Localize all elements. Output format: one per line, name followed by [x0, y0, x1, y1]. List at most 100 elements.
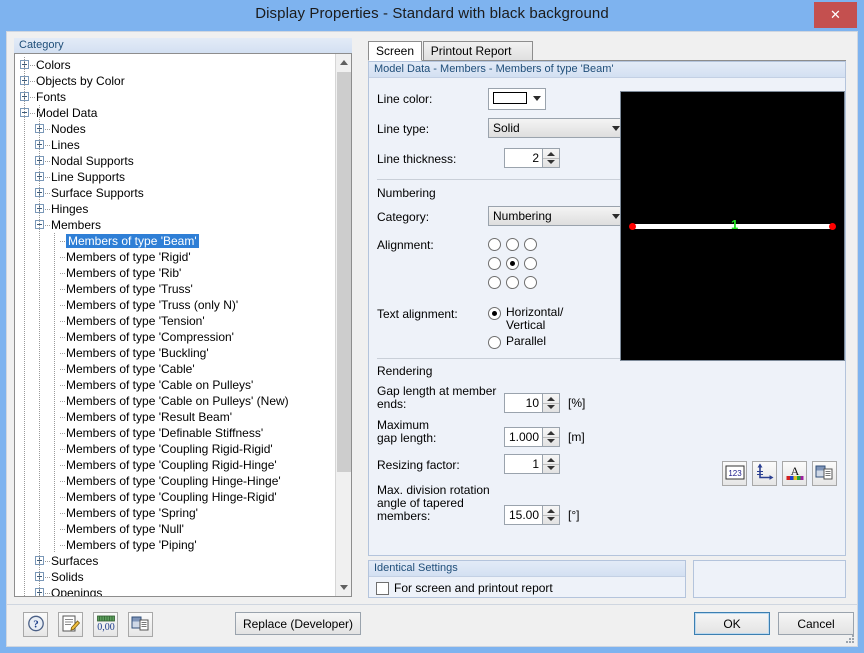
scrollbar-thumb[interactable] — [337, 72, 351, 472]
tree-item[interactable]: Members of type 'Coupling Rigid-Rigid' — [15, 441, 335, 457]
tree-item[interactable]: Members of type 'Coupling Hinge-Hinge' — [15, 473, 335, 489]
spinner-down-icon — [547, 517, 555, 521]
tree-item[interactable]: Members of type 'Definable Stiffness' — [15, 425, 335, 441]
scroll-up-button[interactable] — [336, 54, 351, 71]
identical-settings-spacer — [693, 560, 846, 598]
tree-item[interactable]: Openings — [15, 585, 335, 597]
tree-item[interactable]: Members of type 'Spring' — [15, 505, 335, 521]
tree-connector — [60, 433, 65, 434]
tree-item[interactable]: Line Supports — [15, 169, 335, 185]
tree-item[interactable]: Colors — [15, 57, 335, 73]
line-type-combo[interactable]: Solid — [488, 118, 626, 138]
tree-connector — [30, 65, 35, 66]
alignment-radio-7[interactable] — [506, 276, 519, 289]
spinner-divider — [543, 403, 559, 404]
tree-item[interactable]: Members of type 'Truss' — [15, 281, 335, 297]
line-thickness-value: 2 — [532, 151, 539, 165]
display-properties-button[interactable] — [812, 461, 837, 486]
tree-item-label: Members of type 'Coupling Rigid-Hinge' — [66, 458, 277, 472]
category-header: Category — [14, 38, 352, 54]
axis-icon — [756, 463, 774, 484]
tree-item[interactable]: Solids — [15, 569, 335, 585]
tree-item[interactable]: Members of type 'Truss (only N)' — [15, 297, 335, 313]
tree-item-label: Members of type 'Coupling Hinge-Rigid' — [66, 490, 277, 504]
tree-item[interactable]: Surface Supports — [15, 185, 335, 201]
max-gap-spinner[interactable]: 1.000 — [504, 427, 560, 447]
tree-item[interactable]: Members of type 'Buckling' — [15, 345, 335, 361]
text-alignment-radio-parallel[interactable] — [488, 336, 501, 349]
alignment-radio-5[interactable] — [524, 257, 537, 270]
numbering-button[interactable]: 123 — [722, 461, 747, 486]
scroll-down-button[interactable] — [336, 579, 351, 596]
alignment-radio-1[interactable] — [506, 238, 519, 251]
tree-item[interactable]: Hinges — [15, 201, 335, 217]
spinner-buttons[interactable] — [542, 455, 559, 473]
tree-connector — [45, 593, 50, 594]
copy-button[interactable] — [128, 612, 153, 637]
spinner-down-icon — [547, 439, 555, 443]
rendering-section-title: Rendering — [377, 364, 433, 378]
gap-length-spinner[interactable]: 10 — [504, 393, 560, 413]
tree-item[interactable]: Nodes — [15, 121, 335, 137]
resize-grip-icon[interactable] — [843, 633, 855, 645]
tree-item[interactable]: Members of type 'Cable' — [15, 361, 335, 377]
tree-connector — [45, 177, 50, 178]
alignment-radio-6[interactable] — [488, 276, 501, 289]
tree-item[interactable]: Members of type 'Beam' — [15, 233, 335, 249]
help-icon: ? — [27, 614, 45, 635]
tree-item[interactable]: Members of type 'Coupling Hinge-Rigid' — [15, 489, 335, 505]
tree-item[interactable]: Members of type 'Rib' — [15, 265, 335, 281]
axis-button[interactable] — [752, 461, 777, 486]
preview-member-number: 1 — [731, 217, 739, 232]
line-color-combo[interactable] — [488, 88, 546, 110]
tree-item[interactable]: Members of type 'Piping' — [15, 537, 335, 553]
ok-button[interactable]: OK — [694, 612, 770, 635]
spinner-buttons[interactable] — [542, 428, 559, 446]
tree-item[interactable]: Lines — [15, 137, 335, 153]
tree-item[interactable]: Surfaces — [15, 553, 335, 569]
tree-item[interactable]: Nodal Supports — [15, 153, 335, 169]
spinner-buttons[interactable] — [542, 394, 559, 412]
number-format-button[interactable]: 0,00 — [93, 612, 118, 637]
tree-item-label: Members of type 'Definable Stiffness' — [66, 426, 264, 440]
tree-item-label: Openings — [51, 586, 103, 597]
resizing-factor-spinner[interactable]: 1 — [504, 454, 560, 474]
alignment-radio-3[interactable] — [488, 257, 501, 270]
tree-item[interactable]: Members of type 'Compression' — [15, 329, 335, 345]
replace-developer-button[interactable]: Replace (Developer) — [235, 612, 361, 635]
tree-item[interactable]: Members of type 'Result Beam' — [15, 409, 335, 425]
tree-item[interactable]: Members of type 'Cable on Pulleys' — [15, 377, 335, 393]
tree-item[interactable]: Members of type 'Null' — [15, 521, 335, 537]
preview-viewport[interactable]: 1 — [620, 91, 845, 361]
alignment-radio-4[interactable] — [506, 257, 519, 270]
tab-screen[interactable]: Screen — [368, 41, 422, 61]
tree-item-label: Surface Supports — [51, 186, 144, 200]
alignment-radio-8[interactable] — [524, 276, 537, 289]
alignment-radio-2[interactable] — [524, 238, 537, 251]
numbering-category-combo[interactable]: Numbering — [488, 206, 626, 226]
text-alignment-radio-horizontal-vertical[interactable] — [488, 307, 501, 320]
tree-item[interactable]: Members of type 'Cable on Pulleys' (New) — [15, 393, 335, 409]
font-color-button[interactable]: A — [782, 461, 807, 486]
tree-item[interactable]: Members of type 'Rigid' — [15, 249, 335, 265]
spinner-buttons[interactable] — [542, 149, 559, 167]
tab-printout-report[interactable]: Printout Report — [422, 41, 534, 61]
identical-settings-checkbox[interactable] — [376, 582, 389, 595]
category-tree[interactable]: Colors Objects by Color Fonts Model Data Nod… — [14, 53, 352, 597]
tree-item[interactable]: Fonts — [15, 89, 335, 105]
edit-button[interactable] — [58, 612, 83, 637]
line-thickness-spinner[interactable]: 2 — [504, 148, 560, 168]
tree-item[interactable]: Members — [15, 217, 335, 233]
tree-scrollbar[interactable] — [335, 54, 351, 596]
spinner-buttons[interactable] — [542, 506, 559, 524]
tree-item-label: Members of type 'Cable' — [66, 362, 195, 376]
tree-item[interactable]: Members of type 'Coupling Rigid-Hinge' — [15, 457, 335, 473]
alignment-radio-0[interactable] — [488, 238, 501, 251]
close-button[interactable]: ✕ — [814, 2, 857, 28]
tree-item[interactable]: Members of type 'Tension' — [15, 313, 335, 329]
tree-item[interactable]: Objects by Color — [15, 73, 335, 89]
cancel-button[interactable]: Cancel — [778, 612, 854, 635]
help-button[interactable]: ? — [23, 612, 48, 637]
max-rotation-spinner[interactable]: 15.00 — [504, 505, 560, 525]
tree-item[interactable]: Model Data — [15, 105, 335, 121]
